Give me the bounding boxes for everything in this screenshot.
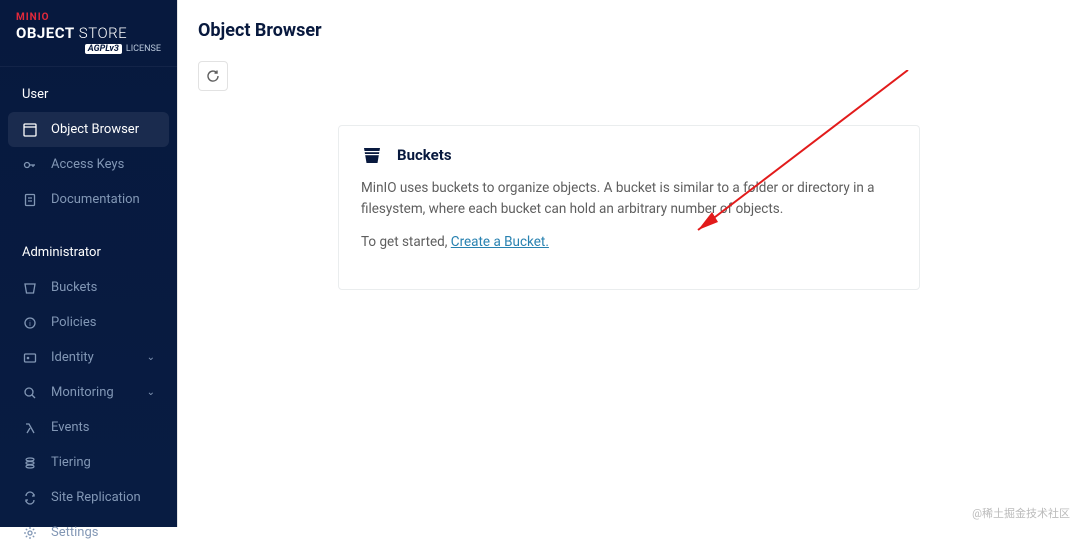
document-icon [22, 192, 37, 207]
sidebar-item-object-browser[interactable]: Object Browser [8, 112, 169, 147]
monitoring-icon [22, 385, 37, 400]
replication-icon [22, 490, 37, 505]
tiering-icon [22, 455, 37, 470]
brand-logo: MINIO OBJECT STORE AGPLv3LICENSE [0, 0, 177, 67]
sidebar-item-policies[interactable]: i Policies [0, 305, 177, 340]
sidebar-item-identity[interactable]: Identity ⌄ [0, 340, 177, 375]
nav-section-title-user: User [0, 75, 177, 112]
key-icon [22, 157, 37, 172]
lambda-icon [22, 420, 37, 435]
page-title: Object Browser [198, 20, 1060, 41]
sidebar-item-label: Site Replication [51, 490, 141, 505]
sidebar-item-events[interactable]: Events [0, 410, 177, 445]
sidebar-item-label: Monitoring [51, 385, 114, 400]
sidebar-item-label: Buckets [51, 280, 97, 295]
bucket-icon [22, 280, 37, 295]
nav-user-section: User Object Browser Access Keys Document… [0, 67, 177, 225]
sidebar-item-label: Documentation [51, 192, 140, 207]
chevron-down-icon: ⌄ [147, 352, 155, 363]
sidebar-item-label: Policies [51, 315, 96, 330]
sidebar-item-label: Tiering [51, 455, 91, 470]
watermark: @稀土掘金技术社区 [972, 505, 1070, 521]
chevron-down-icon: ⌄ [147, 387, 155, 398]
sidebar-item-label: Settings [51, 525, 98, 540]
main-content: Object Browser Buckets MinIO uses bucket… [177, 0, 1080, 527]
empty-state-card: Buckets MinIO uses buckets to organize o… [338, 125, 920, 290]
card-description: MinIO uses buckets to organize objects. … [361, 178, 897, 220]
bucket-icon [361, 144, 383, 166]
browser-icon [22, 122, 37, 137]
refresh-button[interactable] [198, 61, 228, 91]
card-cta: To get started, Create a Bucket. [361, 232, 897, 253]
shield-icon: i [22, 315, 37, 330]
sidebar-item-access-keys[interactable]: Access Keys [0, 147, 177, 182]
sidebar-item-label: Identity [51, 350, 94, 365]
sidebar-item-settings[interactable]: Settings [0, 515, 177, 550]
sidebar-item-monitoring[interactable]: Monitoring ⌄ [0, 375, 177, 410]
gear-icon [22, 525, 37, 540]
sidebar-item-tiering[interactable]: Tiering [0, 445, 177, 480]
sidebar-item-site-replication[interactable]: Site Replication [0, 480, 177, 515]
page-header: Object Browser [178, 0, 1080, 55]
sidebar-item-label: Events [51, 420, 89, 435]
svg-text:i: i [29, 320, 31, 328]
nav-section-title-admin: Administrator [0, 233, 177, 270]
identity-icon [22, 350, 37, 365]
sidebar: MINIO OBJECT STORE AGPLv3LICENSE User Ob… [0, 0, 177, 527]
create-bucket-link[interactable]: Create a Bucket. [451, 234, 549, 250]
sidebar-item-documentation[interactable]: Documentation [0, 182, 177, 217]
sidebar-item-buckets[interactable]: Buckets [0, 270, 177, 305]
refresh-icon [206, 69, 220, 83]
nav-admin-section: Administrator Buckets i Policies Identit… [0, 225, 177, 558]
card-title: Buckets [397, 146, 452, 164]
sidebar-item-label: Object Browser [51, 122, 139, 137]
sidebar-item-label: Access Keys [51, 157, 124, 172]
